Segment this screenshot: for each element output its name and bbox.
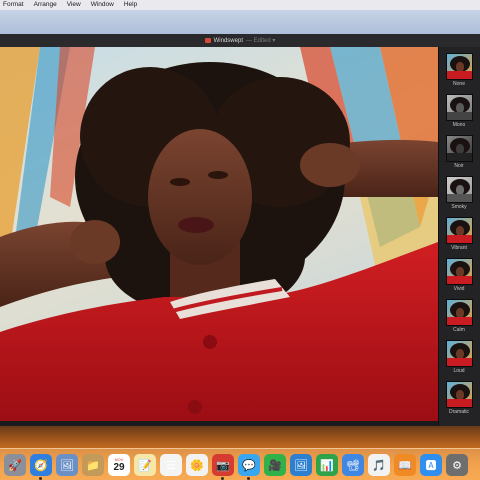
filter-label: Dramatic — [448, 409, 469, 415]
photo-booth-icon[interactable]: 📷 — [212, 454, 234, 476]
filter-panel: None Mono Noir Smoky Vibrant Vivid Calm Loud Dra… — [438, 47, 480, 426]
photos-icon[interactable]: 🌼 — [186, 454, 208, 476]
filter-dramatic[interactable]: Dramatic — [442, 381, 476, 421]
filter-thumbnail — [446, 53, 473, 80]
menu-arrange[interactable]: Arrange — [34, 0, 57, 10]
window-titlebar[interactable]: Windswept — Edited ▾ — [0, 34, 480, 47]
filter-thumbnail — [446, 340, 473, 367]
desktop-background — [0, 10, 480, 34]
portrait-photo — [0, 47, 438, 421]
app-store-icon[interactable]: 🅰 — [420, 454, 442, 476]
photos-app-icon[interactable]: 🖼 — [56, 454, 78, 476]
books-icon[interactable]: 📖 — [394, 454, 416, 476]
edited-indicator[interactable]: — Edited ▾ — [246, 37, 275, 44]
filter-thumbnail — [446, 299, 473, 326]
filter-label: Smoky — [451, 204, 467, 210]
filter-none[interactable]: None — [442, 53, 476, 93]
filter-label: Vibrant — [451, 245, 467, 251]
filter-thumbnail — [446, 381, 473, 408]
filter-label: Mono — [452, 122, 466, 128]
facetime-icon[interactable]: 🎥 — [264, 454, 286, 476]
filter-calm[interactable]: Calm — [442, 299, 476, 339]
filter-mono[interactable]: Mono — [442, 94, 476, 134]
filter-thumbnail — [446, 258, 473, 285]
messages-icon[interactable]: 💬 — [238, 454, 260, 476]
filter-label: Noir — [454, 163, 464, 169]
menu-bar: Format Arrange View Window Help — [0, 0, 480, 10]
filter-label: None — [453, 81, 465, 87]
filter-smoky[interactable]: Smoky — [442, 176, 476, 216]
window-title: Windswept — [213, 37, 243, 44]
reminders-icon[interactable]: ☰ — [160, 454, 182, 476]
system-preferences-icon[interactable]: ⚙ — [446, 454, 468, 476]
filter-vivid[interactable]: Vivid — [442, 258, 476, 298]
filter-label: Calm — [453, 327, 465, 333]
menu-format[interactable]: Format — [3, 0, 24, 10]
photos-window: Windswept — Edited ▾ None Mono Noir Smok… — [0, 34, 480, 426]
notes-icon[interactable]: 📝 — [134, 454, 156, 476]
filter-label: Loud — [453, 368, 465, 374]
launchpad-icon[interactable]: 🚀 — [4, 454, 26, 476]
menu-window[interactable]: Window — [91, 0, 114, 10]
calendar-day: 29 — [113, 462, 125, 473]
filter-thumbnail — [446, 94, 473, 121]
calendar-icon[interactable]: NOV 29 — [108, 454, 130, 476]
filter-thumbnail — [446, 217, 473, 244]
notes-app-icon[interactable]: 📁 — [82, 454, 104, 476]
filter-thumbnail — [446, 176, 473, 203]
music-icon[interactable]: 🎵 — [368, 454, 390, 476]
filter-vibrant[interactable]: Vibrant — [442, 217, 476, 257]
filter-loud[interactable]: Loud — [442, 340, 476, 380]
numbers-icon[interactable]: 📊 — [316, 454, 338, 476]
photo-canvas[interactable] — [0, 47, 438, 421]
document-icon — [204, 38, 211, 43]
keynote-presentation-icon[interactable]: 📽 — [342, 454, 364, 476]
safari-icon[interactable]: 🧭 — [30, 454, 52, 476]
dock: 🚀 🧭 🖼 📁 NOV 29 📝 ☰ 🌼 📷 💬 🎥 🖼 📊 📽 🎵 📖 🅰 ⚙ — [0, 448, 480, 480]
menu-help[interactable]: Help — [124, 0, 137, 10]
keynote-icon[interactable]: 🖼 — [290, 454, 312, 476]
filter-noir[interactable]: Noir — [442, 135, 476, 175]
filter-label: Vivid — [453, 286, 465, 292]
menu-view[interactable]: View — [67, 0, 81, 10]
filter-thumbnail — [446, 135, 473, 162]
